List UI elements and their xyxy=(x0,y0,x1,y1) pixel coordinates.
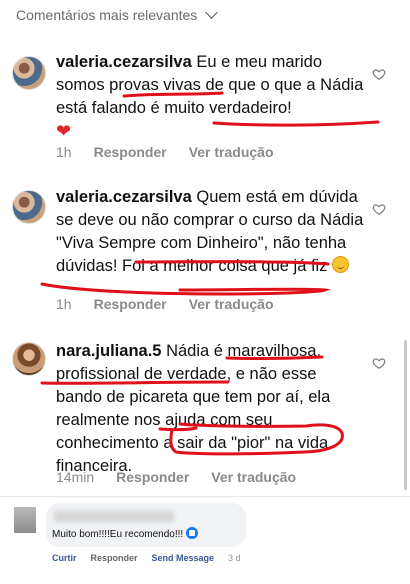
red-heart-emoji: ❤ xyxy=(56,121,72,141)
comment-body: valeria.cezarsilva Quem está em dúvida s… xyxy=(56,186,366,278)
comment-username[interactable]: nara.juliana.5 xyxy=(56,342,161,360)
heart-icon[interactable] xyxy=(372,356,386,370)
comment-time: 14min xyxy=(56,469,95,485)
header-title: Comentários mais relevantes xyxy=(16,7,198,23)
reply-button[interactable]: Responder xyxy=(94,296,167,312)
comment-body: valeria.cezarsilva Eu e meu marido somos… xyxy=(56,51,366,144)
avatar[interactable] xyxy=(12,342,46,376)
chevron-down-icon[interactable] xyxy=(205,5,219,19)
fb-comment-bubble xyxy=(46,503,246,547)
fb-comment-text: Muito bom!!!!Eu recomendo!!! xyxy=(52,527,199,540)
comment-text: Nádia é maravilhosa, profissional de ver… xyxy=(56,342,331,475)
underline-mark xyxy=(40,282,331,296)
send-message-button[interactable]: Send Message xyxy=(152,553,215,563)
reply-button[interactable]: Responder xyxy=(94,144,167,160)
comment-time: 1h xyxy=(56,144,72,160)
reply-button[interactable]: Responder xyxy=(116,469,189,485)
comment-username[interactable]: valeria.cezarsilva xyxy=(56,188,192,206)
avatar[interactable] xyxy=(14,507,36,533)
like-reaction-icon xyxy=(186,527,199,539)
fb-comment: Muito bom!!!!Eu recomendo!!! Curtir Resp… xyxy=(0,496,410,584)
avatar[interactable] xyxy=(12,190,46,224)
blurred-username xyxy=(54,511,174,522)
comment-meta: 14min Responder Ver tradução xyxy=(56,469,318,485)
avatar[interactable] xyxy=(12,56,46,90)
see-translation-button[interactable]: Ver tradução xyxy=(189,144,274,160)
comment-time: 3 d xyxy=(228,553,241,563)
comment-username[interactable]: valeria.cezarsilva xyxy=(56,53,192,71)
heart-icon[interactable] xyxy=(372,202,386,216)
see-translation-button[interactable]: Ver tradução xyxy=(211,469,296,485)
comment-time: 1h xyxy=(56,296,72,312)
heart-icon[interactable] xyxy=(372,67,386,81)
fb-comment-actions: Curtir Responder Send Message 3 d xyxy=(52,553,241,563)
like-button[interactable]: Curtir xyxy=(52,553,77,563)
reply-button[interactable]: Responder xyxy=(91,553,138,563)
comment-meta: 1h Responder Ver tradução xyxy=(56,144,296,160)
comments-header[interactable]: Comentários mais relevantes xyxy=(0,0,410,30)
scrollbar[interactable] xyxy=(404,340,407,490)
smiling-emoji xyxy=(332,256,350,273)
comment-body: nara.juliana.5 Nádia é maravilhosa, prof… xyxy=(56,340,366,478)
comment-meta: 1h Responder Ver tradução xyxy=(56,296,296,312)
see-translation-button[interactable]: Ver tradução xyxy=(189,296,274,312)
